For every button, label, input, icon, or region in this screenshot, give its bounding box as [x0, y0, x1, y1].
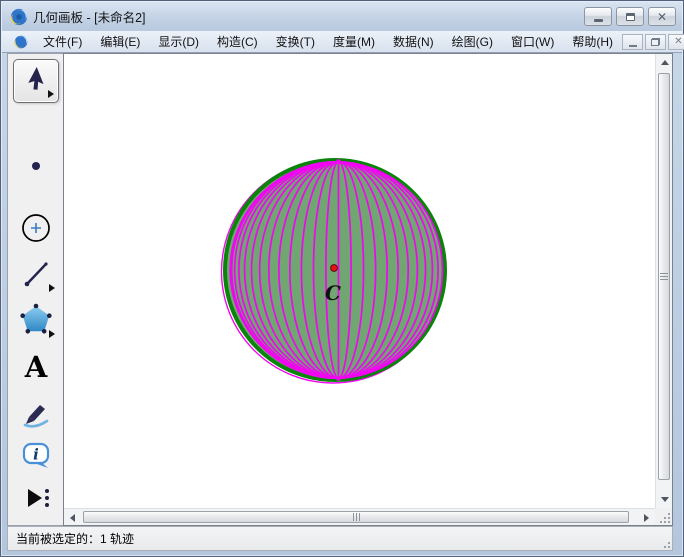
- horizontal-scrollbar-thumb[interactable]: [83, 511, 629, 523]
- scroll-right-icon: [644, 514, 649, 522]
- mdi-minimize-button[interactable]: [622, 34, 643, 50]
- menu-item-9[interactable]: 帮助(H): [563, 30, 622, 53]
- resize-grip-icon[interactable]: [660, 513, 670, 523]
- scroll-up-icon: [661, 60, 669, 65]
- statusbar: 当前被选定的：1 轨迹: [7, 526, 673, 551]
- menubar: 文件(F)编辑(E)显示(D)构造(C)变换(T)度量(M)数据(N)绘图(G)…: [2, 31, 682, 53]
- bottom-pole-point: [336, 376, 341, 381]
- text-tool-icon: A: [25, 353, 48, 382]
- sketchpad-document-icon: [14, 35, 28, 49]
- vertical-scrollbar[interactable]: [655, 54, 672, 508]
- application-window: 几何画板 - [未命名2] ✕ 文件(F)编辑(E)显示(D)构造(C)变换(T…: [0, 0, 684, 557]
- app-icon: [10, 8, 28, 26]
- submenu-arrow-icon: [49, 284, 55, 292]
- scroll-right-button[interactable]: [638, 509, 655, 526]
- sketch-document: C: [63, 53, 673, 526]
- restore-icon: [626, 13, 635, 21]
- marker-pen-icon: [20, 398, 52, 430]
- submenu-arrow-icon: [48, 90, 54, 98]
- segment-icon: [20, 258, 52, 290]
- scroll-up-button[interactable]: [656, 54, 673, 71]
- scroll-left-icon: [70, 514, 75, 522]
- window-resize-grip-icon[interactable]: [660, 538, 670, 548]
- selection-arrow-tool[interactable]: [13, 59, 59, 103]
- scroll-down-button[interactable]: [656, 491, 673, 508]
- straightedge-tool[interactable]: [13, 252, 59, 296]
- mdi-minimize-icon: [629, 45, 637, 47]
- workspace: A i: [7, 53, 673, 526]
- menu-item-4[interactable]: 变换(T): [267, 30, 324, 53]
- menu-item-2[interactable]: 显示(D): [149, 30, 208, 53]
- polygon-tool[interactable]: [13, 298, 59, 342]
- custom-tool-icon: [19, 484, 53, 514]
- point-icon: [21, 156, 51, 176]
- menu-item-3[interactable]: 构造(C): [208, 30, 267, 53]
- point-tool[interactable]: [13, 153, 59, 179]
- text-tool[interactable]: A: [13, 345, 59, 389]
- mdi-restore-icon: [651, 38, 660, 46]
- top-pole-point: [336, 159, 341, 164]
- scrollbar-corner: [655, 508, 672, 525]
- custom-tool[interactable]: [13, 477, 59, 521]
- menu-item-7[interactable]: 绘图(G): [443, 30, 502, 53]
- scroll-left-button[interactable]: [64, 509, 81, 526]
- svg-text:i: i: [33, 446, 39, 464]
- geometry-svg: C: [64, 54, 655, 508]
- menu-item-8[interactable]: 窗口(W): [502, 30, 563, 53]
- mdi-close-button[interactable]: ✕: [668, 34, 684, 50]
- close-button[interactable]: ✕: [648, 7, 676, 26]
- circle-icon: [19, 211, 53, 245]
- menu-item-1[interactable]: 编辑(E): [91, 30, 149, 53]
- window-title: 几何画板 - [未命名2]: [33, 7, 146, 26]
- titlebar[interactable]: 几何画板 - [未命名2] ✕: [2, 2, 682, 31]
- sketch-canvas[interactable]: C: [64, 54, 655, 508]
- information-icon: i: [19, 439, 53, 473]
- information-tool[interactable]: i: [13, 434, 59, 478]
- vertical-scrollbar-thumb[interactable]: [658, 73, 670, 480]
- mdi-restore-button[interactable]: [645, 34, 666, 50]
- scroll-down-icon: [661, 497, 669, 502]
- marker-tool[interactable]: [13, 392, 59, 436]
- mdi-close-icon: ✕: [674, 37, 682, 47]
- submenu-arrow-icon: [49, 330, 55, 338]
- menu-item-6[interactable]: 数据(N): [384, 30, 443, 53]
- close-icon: ✕: [657, 11, 667, 23]
- selection-arrow-icon: [21, 66, 51, 96]
- horizontal-scrollbar[interactable]: [64, 508, 655, 525]
- selection-status-text: 当前被选定的：1 轨迹: [16, 530, 134, 547]
- menu-item-5[interactable]: 度量(M): [324, 30, 384, 53]
- menu-items: 文件(F)编辑(E)显示(D)构造(C)变换(T)度量(M)数据(N)绘图(G)…: [34, 30, 622, 53]
- menu-item-0[interactable]: 文件(F): [34, 30, 91, 53]
- minimize-button[interactable]: [584, 7, 612, 26]
- compass-circle-tool[interactable]: [13, 206, 59, 250]
- center-point[interactable]: [331, 265, 338, 272]
- restore-button[interactable]: [616, 7, 644, 26]
- minimize-icon: [594, 19, 603, 22]
- center-point-label[interactable]: C: [325, 281, 341, 305]
- tool-palette: A i: [7, 53, 63, 526]
